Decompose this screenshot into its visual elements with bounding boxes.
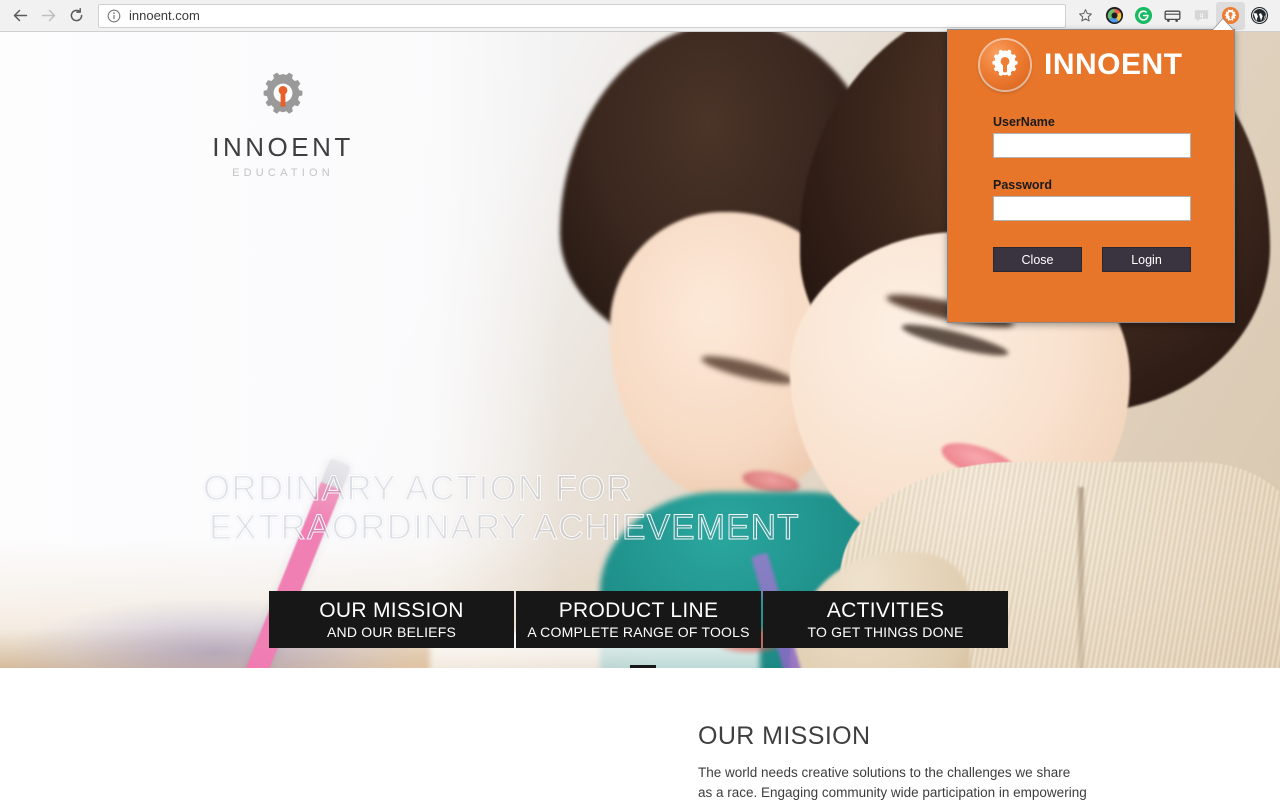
site-info-icon[interactable] [107, 9, 121, 23]
password-input[interactable] [993, 196, 1191, 221]
site-logo[interactable]: INNOENT EDUCATION [203, 70, 363, 179]
extension-icons: q [1100, 1, 1274, 30]
logo-name-text: INNOENT [212, 132, 354, 162]
url-text: innoent.com [129, 7, 200, 23]
reload-button[interactable] [62, 2, 90, 30]
popup-gear-badge-icon [980, 40, 1030, 90]
username-label: UserName [993, 115, 1055, 129]
innoent-login-popup: INNOENT UserName Password Close Login [947, 29, 1235, 323]
popup-header: INNOENT [948, 30, 1234, 90]
back-button[interactable] [6, 2, 34, 30]
hero-headline-line2: EXTRAORDINARY ACHIEVEMENT [209, 508, 800, 548]
forward-button[interactable] [34, 2, 62, 30]
nav-box-product-line[interactable]: PRODUCT LINE A COMPLETE RANGE OF TOOLS [516, 591, 761, 648]
chat-bubble-extension-icon[interactable]: q [1187, 2, 1216, 30]
close-button[interactable]: Close [993, 247, 1082, 272]
logo-gear-icon [263, 72, 303, 114]
color-circle-extension-icon[interactable] [1100, 2, 1129, 30]
grammarly-extension-icon[interactable] [1129, 2, 1158, 30]
nav-box-title: ACTIVITIES [826, 599, 945, 622]
bookmark-star-icon[interactable] [1072, 4, 1098, 28]
address-bar[interactable]: innoent.com [98, 3, 1066, 28]
popup-pointer-arrow [1213, 19, 1233, 30]
nav-box-title: PRODUCT LINE [558, 599, 719, 622]
mission-section: OUR MISSION The world needs creative sol… [0, 668, 1280, 800]
popup-title: INNOENT [1044, 48, 1183, 81]
popup-button-row: Close Login [993, 247, 1191, 272]
logo-tagline-text: EDUCATION [232, 167, 334, 179]
scroll-down-button[interactable] [630, 665, 656, 668]
password-label: Password [993, 178, 1053, 192]
username-input[interactable] [993, 133, 1191, 158]
hero-nav-boxes: OUR MISSION AND OUR BELIEFS PRODUCT LINE… [269, 591, 1008, 648]
nav-box-subtitle: TO GET THINGS DONE [807, 624, 964, 640]
photo-sweater-zipper [1078, 487, 1084, 668]
nav-box-activities[interactable]: ACTIVITIES TO GET THINGS DONE [763, 591, 1008, 648]
pocket-extension-icon[interactable] [1158, 2, 1187, 30]
nav-box-subtitle: AND OUR BELIEFS [326, 624, 457, 640]
nav-box-our-mission[interactable]: OUR MISSION AND OUR BELIEFS [269, 591, 514, 648]
password-field-group: Password [993, 178, 1191, 221]
browser-toolbar: innoent.com q [0, 0, 1280, 32]
username-field-group: UserName [993, 115, 1191, 158]
nav-box-title: OUR MISSION [319, 599, 464, 622]
login-button[interactable]: Login [1102, 247, 1191, 272]
nav-box-subtitle: A COMPLETE RANGE OF TOOLS [527, 624, 750, 640]
mission-body-text: The world needs creative solutions to th… [698, 765, 1087, 800]
svg-text:q: q [1200, 12, 1204, 19]
wordpress-extension-icon[interactable] [1245, 2, 1274, 30]
mission-title: OUR MISSION [698, 722, 871, 750]
hero-headline: ORDINARY ACTION FOR EXTRAORDINARY ACHIEV… [203, 469, 800, 548]
hero-headline-line1: ORDINARY ACTION FOR [203, 469, 633, 509]
mission-content: OUR MISSION The world needs creative sol… [698, 722, 1088, 800]
